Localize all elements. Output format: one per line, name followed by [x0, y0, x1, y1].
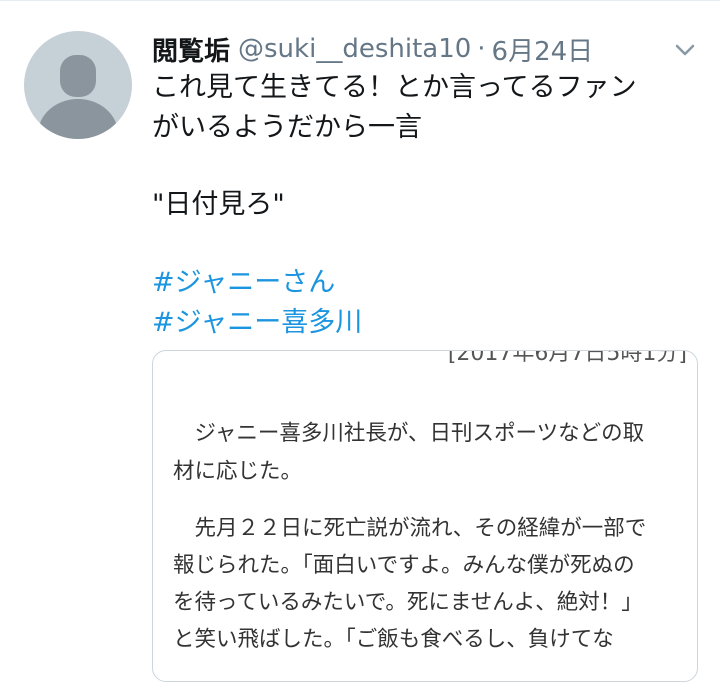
card-top-cut-text: [2017年6月7日5時1分] [447, 350, 687, 366]
card-text-line: 材に応じた。 [173, 459, 303, 484]
tweet-text-line: がいるようだから一言 [152, 112, 422, 143]
user-handle[interactable]: @suki__deshita10 [238, 34, 471, 64]
top-divider [0, 0, 720, 1]
card-text-line: を待っているみたいで。死にませんよ、絶対！」 [173, 590, 643, 615]
tweet-header: 閲覧垢 @suki__deshita10 · 6月24日 [152, 30, 593, 68]
card-text-line: ジャニー喜多川社長が、日刊スポーツなどの取 [173, 421, 645, 446]
avatar[interactable] [24, 31, 132, 139]
hashtag-link[interactable]: #ジャニー喜多川 [152, 305, 712, 341]
hashtag-link[interactable]: #ジャニーさん [152, 265, 712, 301]
card-text-line: 先月２２日に死亡説が流れ、その経緯が一部で [173, 516, 647, 541]
chevron-down-icon[interactable] [670, 38, 700, 62]
header-separator: · [477, 34, 486, 64]
avatar-body-shape [38, 99, 118, 139]
tweet-quote-line: "日付見ろ" [152, 189, 285, 220]
card-text-line: 報じられた。「面白いですよ。みんな僕が死ぬの [173, 553, 635, 578]
tweet-text-line: これ見て生きてる！とか言ってるファン [152, 72, 637, 103]
media-card[interactable]: [2017年6月7日5時1分] ジャニー喜多川社長が、日刊スポーツなどの取 材に… [152, 350, 698, 682]
tweet-date[interactable]: 6月24日 [492, 31, 594, 68]
avatar-head-shape [60, 55, 96, 97]
card-text-line: と笑い飛ばした。「ご飯も食べるし、負けてな [173, 627, 614, 652]
display-name[interactable]: 閲覧垢 [152, 31, 230, 68]
